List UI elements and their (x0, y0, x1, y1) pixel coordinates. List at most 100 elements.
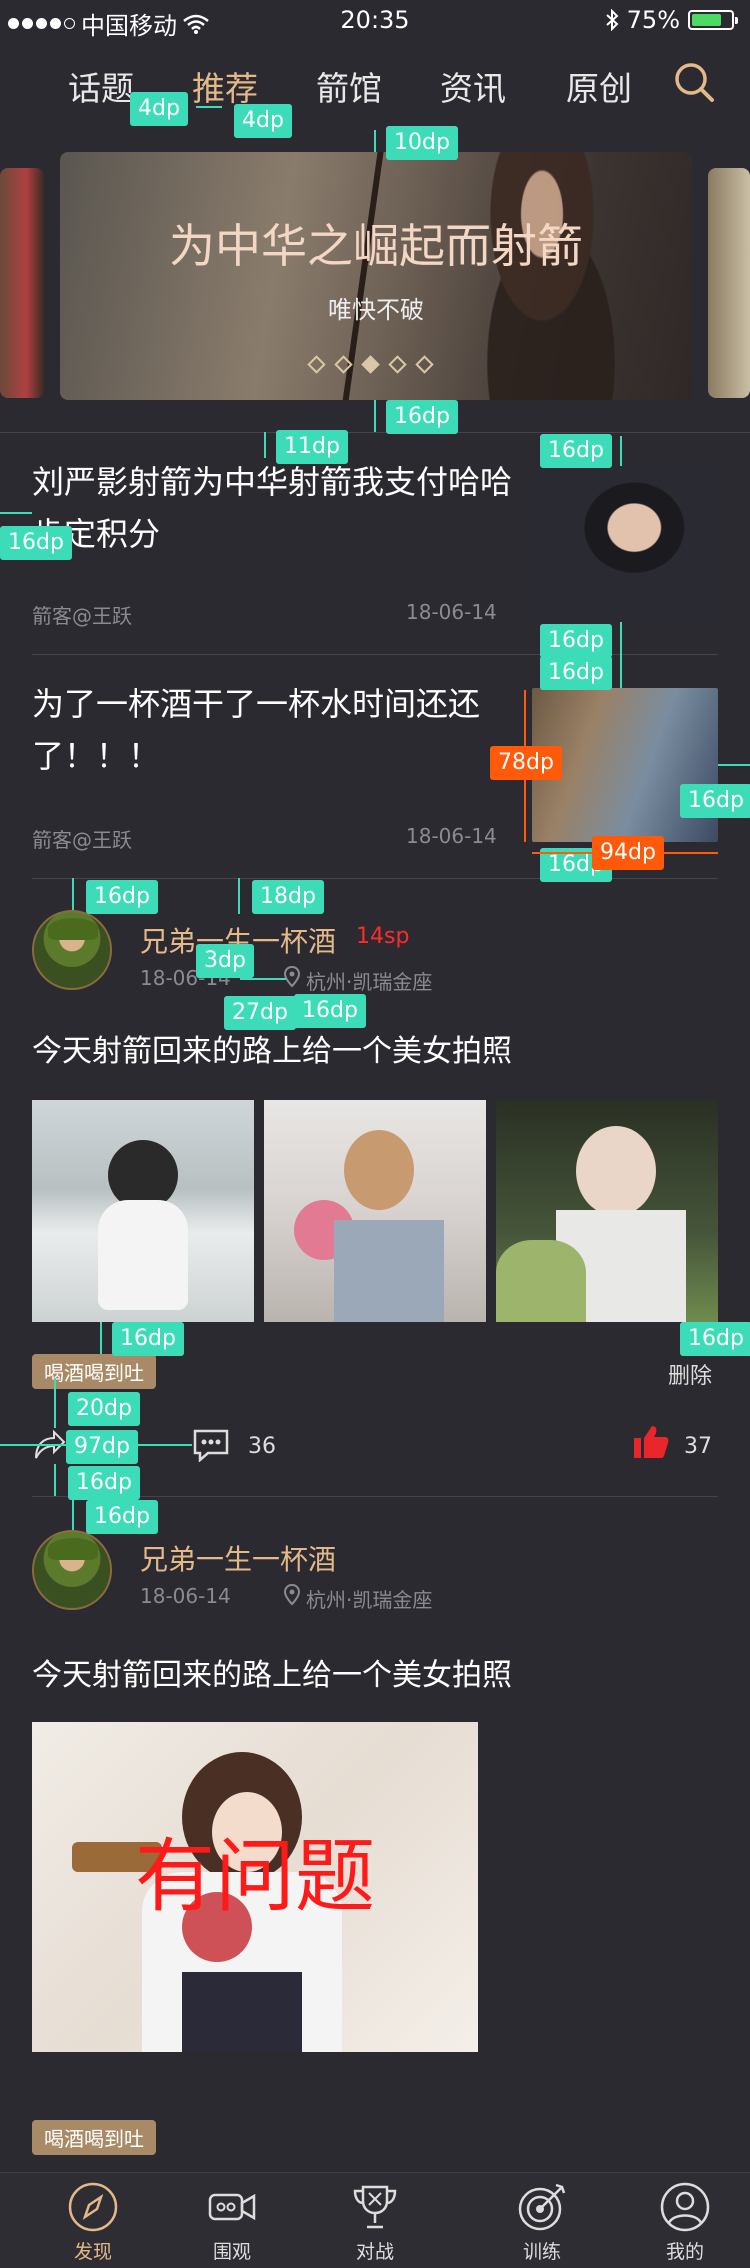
post-tag[interactable]: 喝酒喝到吐 (32, 1354, 156, 1389)
tab-recommend[interactable]: 推荐 (192, 62, 258, 110)
nav-label: 对战 (355, 2241, 394, 2263)
banner-title: 为中华之崛起而射箭 (169, 219, 583, 273)
nav-watch[interactable]: 围观 (177, 2181, 287, 2264)
tab-archery-hall[interactable]: 箭馆 (316, 62, 382, 110)
banner-image (452, 152, 632, 400)
annotation-label: 16dp (112, 1322, 184, 1356)
indicator-dot-active[interactable] (361, 355, 380, 374)
annotation-label: 16dp (68, 1466, 140, 1500)
post-photo[interactable] (264, 1100, 486, 1322)
indicator-dot[interactable] (334, 355, 353, 374)
annotation-label: 27dp (224, 996, 296, 1030)
annotation-label: 78dp (490, 746, 562, 780)
annotation-line (72, 1496, 74, 1530)
nav-discover[interactable]: 发现 (38, 2181, 148, 2264)
nav-label: 我的 (665, 2241, 704, 2263)
annotation-line (72, 878, 74, 910)
user-level: 14sp (356, 924, 410, 949)
comment-count: 36 (248, 1434, 276, 1459)
delete-button[interactable]: 删除 (668, 1358, 712, 1390)
nav-training[interactable]: 训练 (487, 2181, 597, 2264)
bottom-nav: 发现 围观 对战 训练 我的 (0, 2172, 750, 2268)
avatar[interactable] (32, 910, 112, 990)
annotation-label: 18dp (252, 880, 324, 914)
post-location: 杭州·凯瑞金座 (306, 970, 433, 994)
annotation-label: 10dp (386, 126, 458, 160)
banner-prev-slide[interactable] (0, 168, 44, 398)
post-text: 今天射箭回来的路上给一个美女拍照 (32, 1658, 512, 1693)
nav-mine[interactable]: 我的 (630, 2181, 740, 2264)
nav-label: 发现 (73, 2241, 112, 2263)
annotation-label: 97dp (66, 1430, 138, 1464)
indicator-dot[interactable] (415, 355, 434, 374)
annotation-line (264, 432, 266, 458)
annotation-label: 3dp (196, 944, 254, 978)
nav-label: 训练 (522, 2241, 561, 2263)
post-tag[interactable]: 喝酒喝到吐 (32, 2120, 156, 2155)
article-date: 18-06-14 (406, 824, 497, 848)
annotation-label: 20dp (68, 1392, 140, 1426)
annotation-label: 4dp (130, 92, 188, 126)
annotation-label: 16dp (386, 400, 458, 434)
indicator-dot[interactable] (388, 355, 407, 374)
annotation-label: 94dp (592, 836, 664, 870)
post-photo[interactable] (496, 1100, 718, 1322)
like-icon[interactable] (632, 1424, 670, 1460)
post-username[interactable]: 兄弟一生一杯酒 (140, 1538, 336, 1578)
location-icon (284, 1584, 300, 1606)
banner-indicators (307, 355, 434, 374)
post-text: 今天射箭回来的路上给一个美女拍照 (32, 1034, 512, 1069)
post-date: 18-06-14 (140, 1584, 231, 1608)
article-author: 箭客@王跃 (32, 604, 132, 628)
annotation-line (374, 400, 376, 432)
section-divider (0, 432, 750, 433)
tab-news[interactable]: 资讯 (440, 62, 506, 110)
video-icon (208, 2193, 256, 2221)
annotation-label: 16dp (680, 1322, 750, 1356)
annotation-label: 16dp (86, 1500, 158, 1534)
banner[interactable]: 为中华之崛起而射箭 唯快不破 (60, 152, 692, 400)
nav-battle[interactable]: 对战 (320, 2181, 430, 2264)
post-photo[interactable] (32, 1100, 254, 1322)
tab-topics[interactable]: 话题 (68, 62, 134, 110)
annotation-line (54, 1464, 56, 1496)
annotation-line (374, 130, 376, 152)
photo-overlay-text: 有问题 (135, 1830, 375, 1923)
annotation-label: 16dp (540, 434, 612, 468)
article-date: 18-06-14 (406, 600, 497, 624)
target-icon (518, 2183, 566, 2231)
avatar[interactable] (32, 1530, 112, 1610)
annotation-line (100, 1322, 102, 1354)
indicator-dot[interactable] (307, 355, 326, 374)
article-title: 为了一杯酒干了一杯水时间还还了！！！ (32, 685, 481, 775)
annotation-label: 16dp (540, 624, 612, 658)
article-thumbnail (532, 466, 718, 620)
trophy-icon (353, 2185, 397, 2229)
annotation-line (238, 878, 240, 914)
search-icon[interactable] (672, 60, 716, 104)
comment-icon[interactable] (192, 1428, 230, 1462)
annotation-label: 16dp (294, 994, 366, 1028)
annotation-label: 16dp (0, 526, 72, 560)
annotation-line (620, 622, 622, 688)
article-divider (32, 654, 718, 655)
annotation-line (0, 512, 32, 514)
nav-label: 围观 (212, 2241, 251, 2263)
tab-original[interactable]: 原创 (566, 62, 632, 110)
annotation-label: 4dp (234, 104, 292, 138)
post-location: 杭州·凯瑞金座 (306, 1588, 433, 1612)
annotation-line (620, 436, 622, 466)
article-author: 箭客@王跃 (32, 828, 132, 852)
banner-subtitle: 唯快不破 (328, 296, 424, 324)
annotation-line (54, 1378, 56, 1428)
article-title: 刘严影射箭为中华射箭我支付哈哈肯定积分 (32, 463, 513, 553)
like-count: 37 (684, 1434, 712, 1459)
annotation-label: 16dp (86, 880, 158, 914)
battery-percent: 75% (626, 6, 680, 34)
user-icon (660, 2182, 710, 2232)
location-icon (284, 966, 300, 988)
banner-next-slide[interactable] (708, 168, 750, 398)
annotation-label: 16dp (540, 656, 612, 690)
top-tabs: 话题 推荐 箭馆 资讯 原创 (0, 52, 750, 112)
post-photo-large[interactable]: 有问题 (32, 1722, 478, 2052)
